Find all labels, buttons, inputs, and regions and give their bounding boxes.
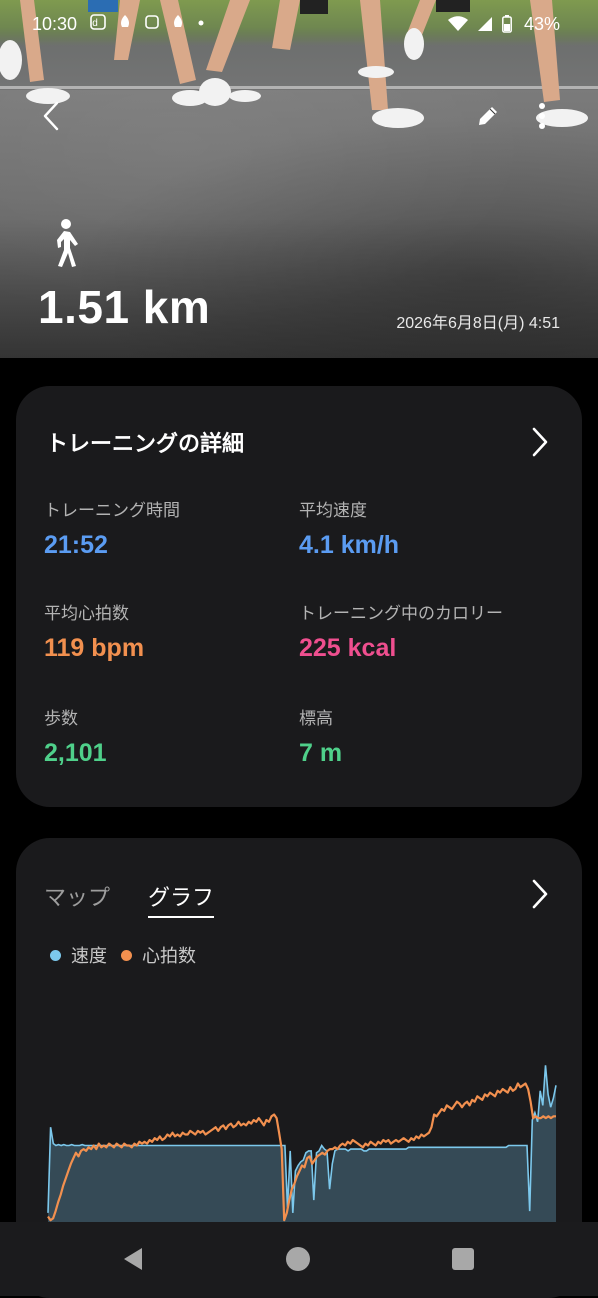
legend-dot [121,949,132,961]
app-icon [144,14,159,29]
stat-value: 225 kcal [299,634,397,662]
system-navigation-bar [0,1222,598,1296]
stat-label: トレーニング時間 [44,501,180,520]
legend-item-heart-rate: 心拍数 [121,942,196,968]
tab-map[interactable]: マップ [44,880,110,912]
nav-home-button[interactable] [283,1244,313,1274]
legend-item-speed: 速度 [50,942,107,968]
more-icon [539,103,545,129]
battery-percent: 43% [523,14,560,34]
recents-square-icon [452,1248,474,1270]
chart-legend: 速度 心拍数 [50,942,210,968]
back-triangle-icon [124,1248,142,1270]
training-details-card[interactable]: トレーニングの詳細 トレーニング時間 21:52 平均速度 4.1 km/h 平… [16,386,582,807]
legend-dot [50,949,61,961]
stat-value: 2,101 [44,739,107,767]
status-time: 10:30 [32,14,78,34]
status-bar: 10:30 d 43% [0,10,598,40]
legend-label: 速度 [71,946,107,966]
stat-label: 平均心拍数 [44,604,129,623]
notification-icons: d [90,12,205,30]
stat-elevation: 標高 7 m [299,704,342,768]
back-icon [43,101,59,131]
stat-value: 4.1 km/h [299,531,400,559]
legend-label: 心拍数 [142,946,196,966]
stat-steps: 歩数 2,101 [44,704,107,768]
stat-label: 標高 [299,709,333,728]
stat-value: 119 bpm [44,634,145,662]
app-icon [120,14,129,27]
stat-calories: トレーニング中のカロリー 225 kcal [299,599,503,663]
wifi-icon [448,15,469,31]
app-icon [174,14,183,27]
tab-graph[interactable]: グラフ [148,880,215,918]
svg-text:d: d [92,18,104,29]
back-button[interactable] [34,98,70,134]
stat-label: 平均速度 [299,501,367,520]
stat-training-time: トレーニング時間 21:52 [44,496,180,560]
stat-value: 7 m [299,739,343,767]
battery-icon [502,14,512,33]
stat-value: 21:52 [44,531,108,559]
notification-d-icon: d [90,13,106,30]
stat-label: 歩数 [44,709,78,728]
edit-icon [479,107,497,125]
nav-back-button[interactable] [118,1244,148,1274]
chevron-right-icon[interactable] [528,878,552,910]
home-circle-icon [286,1247,310,1271]
stat-average-speed: 平均速度 4.1 km/h [299,496,399,560]
dot-icon [198,20,204,25]
signal-icon [478,16,493,31]
details-title: トレーニングの詳細 [46,431,245,456]
distance-value: 1.51 km [38,281,211,333]
edit-button[interactable] [470,98,506,134]
system-icons [448,14,512,33]
stat-average-heart-rate: 平均心拍数 119 bpm [44,599,144,663]
nav-recents-button[interactable] [448,1244,478,1274]
more-options-button[interactable] [524,98,560,134]
stat-label: トレーニング中のカロリー [299,604,503,623]
walking-icon [57,219,78,267]
chevron-right-icon[interactable] [528,426,552,458]
hero-banner: 10:30 d 43% 1.51 km 2026年6月8日(月) 4:51 [0,0,598,358]
workout-date: 2026年6月8日(月) 4:51 [396,315,560,332]
